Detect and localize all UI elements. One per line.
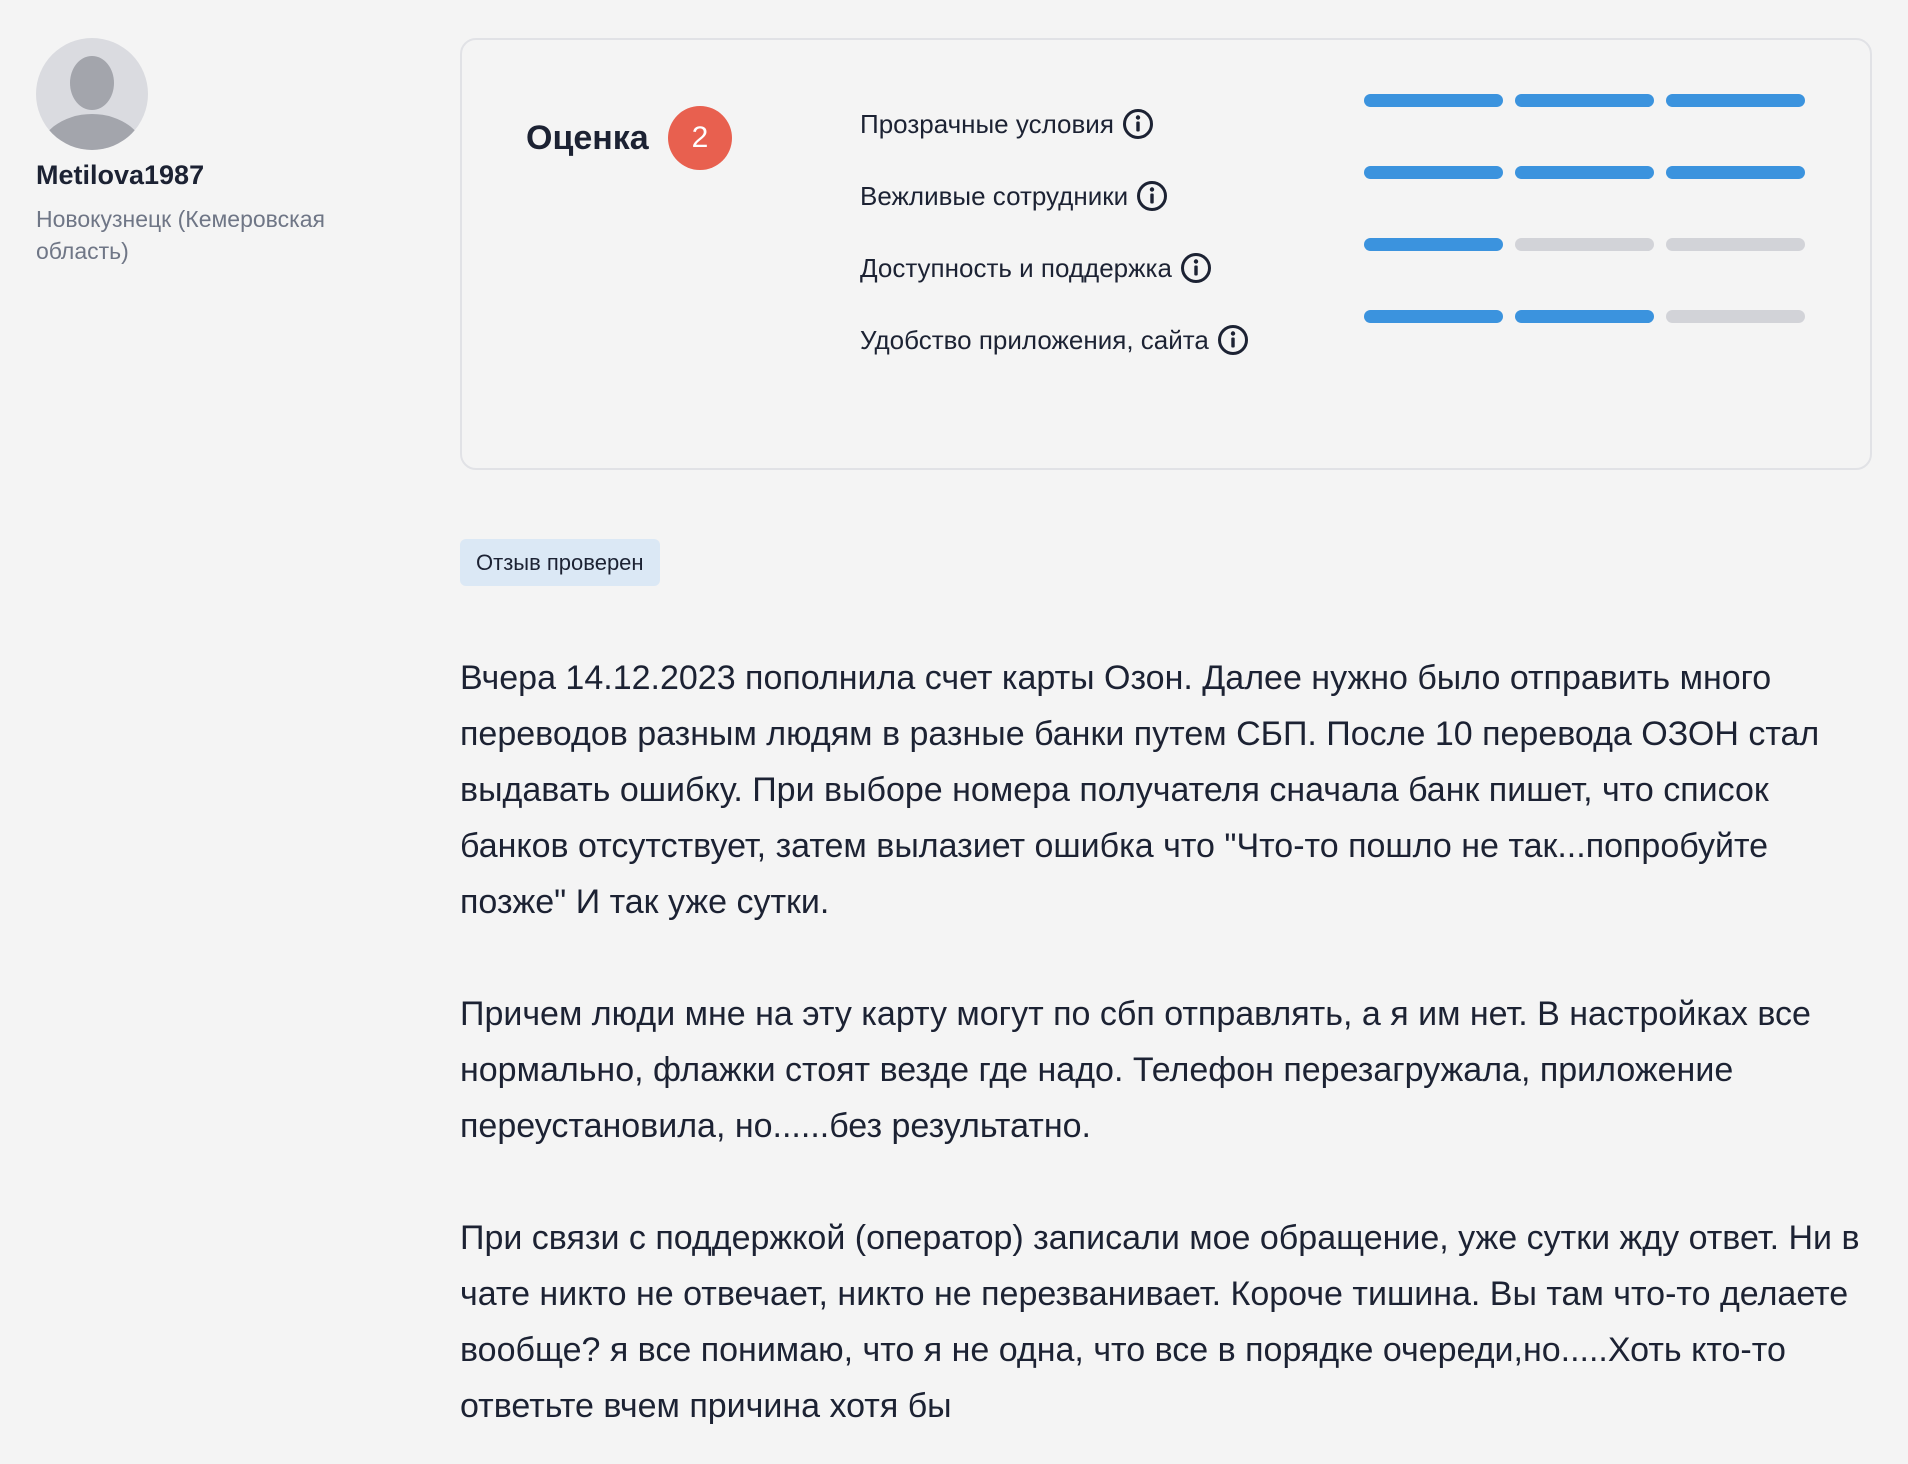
- score-badge: 2: [668, 106, 732, 170]
- rating-card: Оценка 2 Прозрачные условия Вежливые сотр…: [460, 38, 1872, 470]
- info-icon[interactable]: [1122, 108, 1154, 140]
- rating-bars: [1364, 238, 1805, 251]
- author-block: Metilova1987 Новокузнецк (Кемеровская об…: [36, 38, 396, 267]
- user-placeholder-icon[interactable]: [36, 38, 148, 150]
- review-text: Вчера 14.12.2023 пополнила счет карты Оз…: [460, 650, 1880, 1464]
- review-paragraph: Причем люди мне на эту карту могут по сб…: [460, 995, 1811, 1145]
- rating-bar-filled: [1666, 94, 1805, 107]
- rating-bar-filled: [1364, 310, 1503, 323]
- criterion-row: Удобство приложения, сайта: [860, 318, 1249, 362]
- rating-bar-filled: [1515, 94, 1654, 107]
- rating-bar-empty: [1666, 238, 1805, 251]
- rating-bar-empty: [1515, 238, 1654, 251]
- rating-bar-filled: [1364, 166, 1503, 179]
- rating-bar-empty: [1666, 310, 1805, 323]
- criterion-row: Вежливые сотрудники: [860, 174, 1168, 218]
- info-icon[interactable]: [1180, 252, 1212, 284]
- author-city: Новокузнецк (Кемеровская область): [36, 206, 325, 264]
- score-label: Оценка: [526, 119, 649, 157]
- rating-bars: [1364, 166, 1805, 179]
- rating-bar-filled: [1666, 166, 1805, 179]
- review-paragraph: Вчера 14.12.2023 пополнила счет карты Оз…: [460, 659, 1820, 921]
- rating-bar-filled: [1515, 166, 1654, 179]
- info-icon[interactable]: [1136, 180, 1168, 212]
- criterion-row: Доступность и поддержка: [860, 246, 1212, 290]
- author-name[interactable]: Metilova1987: [36, 160, 396, 191]
- rating-bar-filled: [1364, 238, 1503, 251]
- criterion-label: Прозрачные условия: [860, 108, 1114, 139]
- rating-bars: [1364, 310, 1805, 323]
- info-icon[interactable]: [1217, 324, 1249, 356]
- rating-bar-filled: [1364, 94, 1503, 107]
- review-paragraph: При связи с поддержкой (оператор) записа…: [460, 1219, 1860, 1425]
- verified-badge: Отзыв проверен: [460, 539, 660, 586]
- rating-bar-filled: [1515, 310, 1654, 323]
- criterion-label: Доступность и поддержка: [860, 252, 1172, 283]
- criterion-row: Прозрачные условия: [860, 102, 1154, 146]
- criterion-label: Удобство приложения, сайта: [860, 324, 1209, 355]
- criterion-label: Вежливые сотрудники: [860, 180, 1129, 211]
- review-page: Metilova1987 Новокузнецк (Кемеровская об…: [0, 0, 1908, 1464]
- rating-bars: [1364, 94, 1805, 107]
